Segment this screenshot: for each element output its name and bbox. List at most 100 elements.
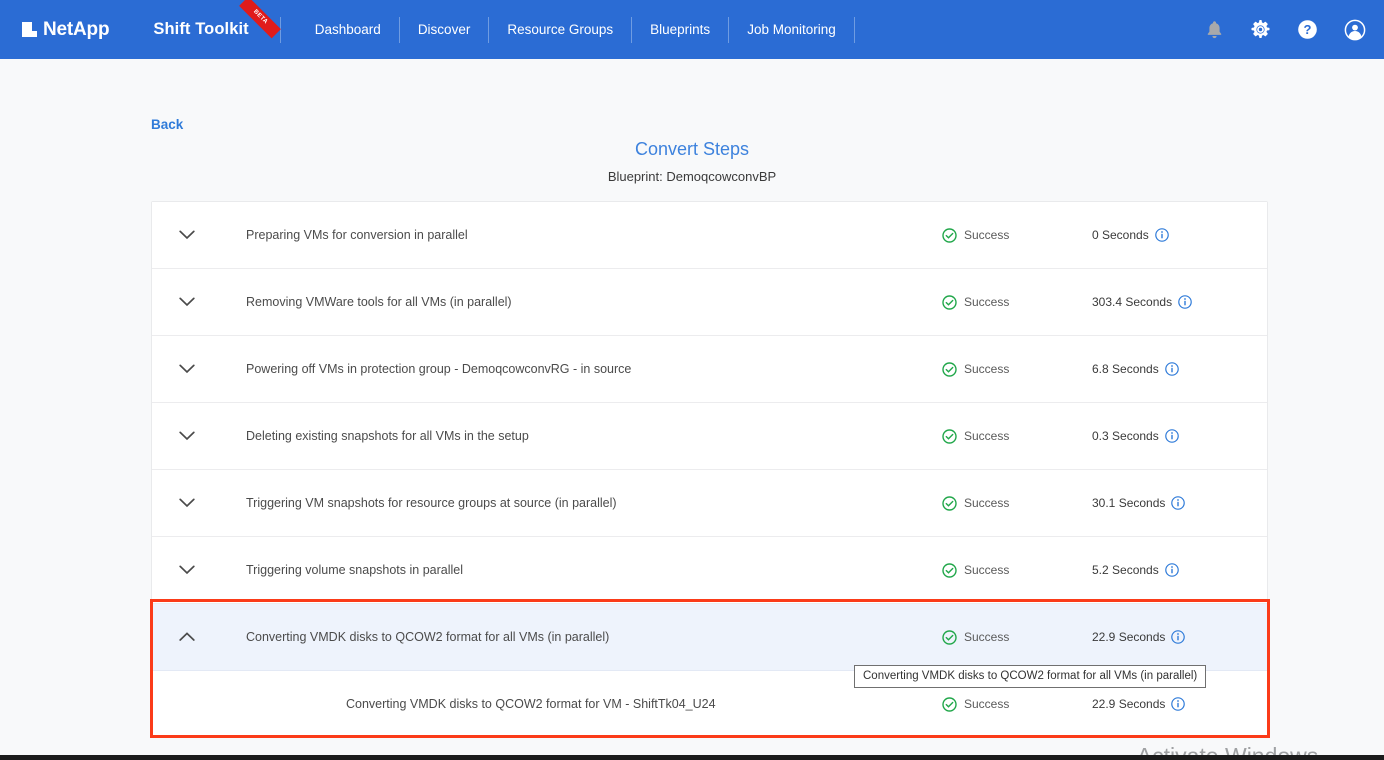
status-badge: Success	[942, 562, 1092, 578]
status-badge: Success	[942, 629, 1092, 645]
status-label: Success	[964, 563, 1010, 577]
nav-divider	[853, 16, 855, 43]
duration-label: 0 Seconds	[1092, 228, 1149, 242]
chevron-down-icon[interactable]	[152, 230, 222, 240]
duration-label: 22.9 Seconds	[1092, 630, 1166, 644]
success-check-icon	[942, 629, 957, 645]
product-name: Shift Toolkit BETA	[153, 0, 281, 39]
page-content: Back Convert Steps Blueprint: Demoqcowco…	[0, 59, 1384, 755]
duration-label: 22.9 Seconds	[1092, 697, 1166, 711]
chevron-down-icon[interactable]	[152, 364, 222, 374]
step-label: Triggering volume snapshots in parallel	[246, 563, 464, 577]
table-row[interactable]: Powering off VMs in protection group - D…	[152, 336, 1267, 403]
duration-label: 30.1 Seconds	[1092, 496, 1166, 510]
duration-cell: 0 Seconds	[1092, 228, 1267, 242]
convert-steps-table: Preparing VMs for conversion in parallel…	[151, 201, 1268, 738]
duration-label: 5.2 Seconds	[1092, 563, 1159, 577]
netapp-logo[interactable]: NetApp	[22, 18, 110, 41]
navbar-icon-group: ?	[1205, 0, 1366, 59]
nav-divider	[488, 16, 490, 43]
nav-divider	[631, 16, 633, 43]
info-icon[interactable]	[1171, 496, 1186, 510]
bell-icon[interactable]	[1205, 20, 1224, 40]
status-label: Success	[964, 697, 1010, 711]
step-label: Powering off VMs in protection group - D…	[246, 362, 632, 376]
chevron-down-icon[interactable]	[152, 498, 222, 508]
step-label: Preparing VMs for conversion in parallel	[246, 228, 468, 242]
info-icon[interactable]	[1171, 630, 1186, 644]
info-icon[interactable]	[1164, 429, 1179, 443]
duration-cell: 5.2 Seconds	[1092, 563, 1267, 577]
help-icon[interactable]: ?	[1297, 19, 1318, 40]
windows-activation-watermark: Activate Windows Go to Settings to activ…	[1137, 742, 1342, 755]
netapp-mark-icon	[22, 22, 37, 37]
nav-link-dashboard[interactable]: Dashboard	[298, 22, 398, 37]
product-name-label: Shift Toolkit	[153, 20, 249, 38]
status-badge: Success	[942, 294, 1092, 310]
svg-text:?: ?	[1304, 22, 1312, 37]
status-label: Success	[964, 228, 1010, 242]
info-icon[interactable]	[1164, 362, 1179, 376]
duration-label: 303.4 Seconds	[1092, 295, 1173, 309]
status-label: Success	[964, 496, 1010, 510]
success-check-icon	[942, 562, 957, 578]
status-badge: Success	[942, 227, 1092, 243]
table-row-expanded[interactable]: Converting VMDK disks to QCOW2 format fo…	[152, 604, 1267, 671]
step-label: Triggering VM snapshots for resource gro…	[246, 496, 617, 510]
success-check-icon	[942, 696, 957, 712]
chevron-up-icon[interactable]	[152, 632, 222, 642]
duration-label: 0.3 Seconds	[1092, 429, 1159, 443]
duration-cell: 303.4 Seconds	[1092, 295, 1267, 309]
duration-label: 6.8 Seconds	[1092, 362, 1159, 376]
info-icon[interactable]	[1164, 563, 1179, 577]
nav-divider	[728, 16, 730, 43]
status-badge: Success	[942, 428, 1092, 444]
nav-link-discover[interactable]: Discover	[401, 22, 488, 37]
step-label: Removing VMWare tools for all VMs (in pa…	[246, 295, 512, 309]
step-tooltip: Converting VMDK disks to QCOW2 format fo…	[854, 665, 1207, 688]
duration-cell: 6.8 Seconds	[1092, 362, 1267, 376]
info-icon[interactable]	[1171, 697, 1186, 711]
duration-cell: 30.1 Seconds	[1092, 496, 1267, 510]
success-check-icon	[942, 495, 957, 511]
table-row[interactable]: Removing VMWare tools for all VMs (in pa…	[152, 269, 1267, 336]
step-label: Deleting existing snapshots for all VMs …	[246, 429, 529, 443]
substep-label: Converting VMDK disks to QCOW2 format fo…	[346, 697, 716, 711]
top-navbar: NetApp Shift Toolkit BETA Dashboard Disc…	[0, 0, 1384, 59]
table-row[interactable]: Preparing VMs for conversion in parallel…	[152, 202, 1267, 269]
status-label: Success	[964, 295, 1010, 309]
table-row[interactable]: Deleting existing snapshots for all VMs …	[152, 403, 1267, 470]
status-label: Success	[964, 362, 1010, 376]
success-check-icon	[942, 361, 957, 377]
step-label: Converting VMDK disks to QCOW2 format fo…	[246, 630, 610, 644]
status-badge: Success	[942, 361, 1092, 377]
duration-cell: 22.9 Seconds	[1092, 697, 1267, 711]
status-label: Success	[964, 630, 1010, 644]
status-badge: Success	[942, 696, 1092, 712]
nav-links: Dashboard Discover Resource Groups Bluep…	[298, 16, 856, 43]
duration-cell: 0.3 Seconds	[1092, 429, 1267, 443]
table-row[interactable]: Triggering volume snapshots in parallel …	[152, 537, 1267, 604]
success-check-icon	[942, 294, 957, 310]
nav-link-blueprints[interactable]: Blueprints	[633, 22, 727, 37]
table-row[interactable]: Triggering VM snapshots for resource gro…	[152, 470, 1267, 537]
chevron-down-icon[interactable]	[152, 565, 222, 575]
app-window: NetApp Shift Toolkit BETA Dashboard Disc…	[0, 0, 1384, 760]
nav-link-job-monitoring[interactable]: Job Monitoring	[730, 22, 853, 37]
info-icon[interactable]	[1178, 295, 1192, 309]
chevron-down-icon[interactable]	[152, 431, 222, 441]
success-check-icon	[942, 428, 957, 444]
account-icon[interactable]	[1344, 19, 1366, 41]
duration-cell: 22.9 Seconds	[1092, 630, 1267, 644]
chevron-down-icon[interactable]	[152, 297, 222, 307]
page-subtitle: Blueprint: DemoqcowconvBP	[607, 169, 777, 184]
success-check-icon	[942, 227, 957, 243]
back-link[interactable]: Back	[151, 117, 183, 132]
nav-link-resource-groups[interactable]: Resource Groups	[490, 22, 630, 37]
status-badge: Success	[942, 495, 1092, 511]
gear-icon[interactable]	[1250, 19, 1271, 40]
page-title: Convert Steps	[634, 139, 750, 159]
info-icon[interactable]	[1154, 228, 1169, 242]
status-label: Success	[964, 429, 1010, 443]
netapp-wordmark: NetApp	[43, 18, 110, 40]
